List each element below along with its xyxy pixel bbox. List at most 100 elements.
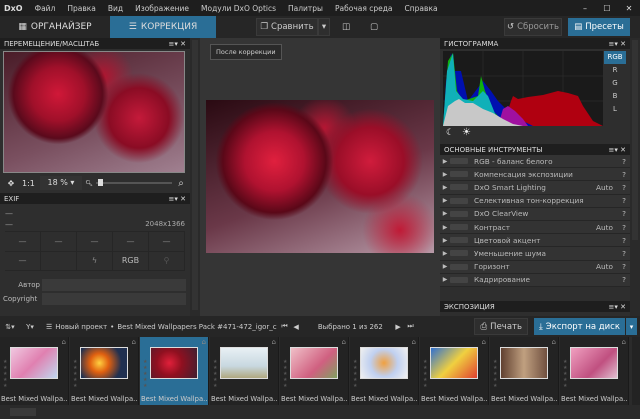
filmstrip-thumbnail[interactable]: ★ ★ ★ ★ ★ ⌂ Best Mixed Wallpa... <box>350 337 419 405</box>
panel-menu-close-icon[interactable]: ≡▾ ✕ <box>609 146 626 154</box>
image-viewer[interactable]: После коррекции <box>200 38 440 316</box>
tool-toggle[interactable] <box>450 158 468 165</box>
help-icon[interactable]: ? <box>618 209 630 218</box>
expand-arrow-icon[interactable]: ▶ <box>440 184 450 191</box>
filmstrip-thumbnail[interactable]: ★ ★ ★ ★ ★ ⌂ Best Mixed Wallpa... <box>560 337 629 405</box>
rating-stars[interactable]: ★ ★ ★ ★ ★ <box>423 359 427 389</box>
filmstrip-thumbnail[interactable]: ★ ★ ★ ★ ★ ⌂ Best Mixed Wallpa... <box>140 337 209 405</box>
help-icon[interactable]: ? <box>618 223 630 232</box>
help-icon[interactable]: ? <box>618 196 630 205</box>
channel-g[interactable]: G <box>604 77 626 90</box>
tool-auto[interactable]: Auto <box>596 223 618 232</box>
panel-menu-close-icon[interactable]: ≡▾ ✕ <box>169 40 186 48</box>
tool-toggle[interactable] <box>450 184 468 191</box>
menu-help[interactable]: Справка <box>399 4 444 13</box>
channel-b[interactable]: B <box>604 90 626 103</box>
filmstrip-thumbnail[interactable]: ★ ★ ★ ★ ★ ⌂ Best Mixed Wallpa... <box>70 337 139 405</box>
zoom-1to1-button[interactable]: 1:1 <box>22 179 40 188</box>
compare-dropdown[interactable]: ▾ <box>318 18 330 36</box>
channel-r[interactable]: R <box>604 64 626 77</box>
maximize-button[interactable]: ☐ <box>596 4 618 13</box>
next-image-icon[interactable]: ▶ <box>395 323 407 331</box>
tool-row[interactable]: ▶ Контраст Auto? <box>440 220 630 235</box>
help-icon[interactable]: ? <box>618 183 630 192</box>
menu-image[interactable]: Изображение <box>129 4 195 13</box>
tool-auto[interactable]: Auto <box>596 183 618 192</box>
expand-arrow-icon[interactable]: ▶ <box>440 171 450 178</box>
tab-correction[interactable]: ☰ КОРРЕКЦИЯ <box>110 16 216 38</box>
last-image-icon[interactable]: ⏭ <box>407 322 419 331</box>
channel-rgb[interactable]: RGB <box>604 51 626 64</box>
panel-menu-close-icon[interactable]: ≡▾ ✕ <box>169 195 186 203</box>
tool-toggle[interactable] <box>450 263 468 270</box>
menu-file[interactable]: Файл <box>29 4 62 13</box>
tool-toggle[interactable] <box>450 224 468 231</box>
rating-stars[interactable]: ★ ★ ★ ★ ★ <box>3 359 7 389</box>
expand-arrow-icon[interactable]: ▶ <box>440 276 450 283</box>
filmstrip-scrollbar[interactable] <box>0 405 640 419</box>
tool-row[interactable]: ▶ Уменьшение шума? <box>440 247 630 261</box>
filmstrip-thumbnail[interactable]: ★ ★ ★ ★ ★ ⌂ Best Mixed Wallpa... <box>490 337 559 405</box>
tool-row[interactable]: ▶ DxO Smart Lighting Auto? <box>440 181 630 195</box>
help-icon[interactable]: ? <box>618 170 630 179</box>
shadow-clipping-icon[interactable]: ☾ <box>446 128 454 138</box>
close-button[interactable]: ✕ <box>618 4 640 13</box>
full-view-icon[interactable]: ▢ <box>364 18 384 36</box>
help-icon[interactable]: ? <box>618 157 630 166</box>
menu-optics-modules[interactable]: Модули DxO Optics <box>195 4 282 13</box>
right-panel-scrollbar[interactable] <box>630 38 640 316</box>
copyright-field[interactable] <box>42 293 186 305</box>
help-icon[interactable]: ? <box>618 275 630 284</box>
tool-row[interactable]: ▶ DxO ClearView? <box>440 207 630 221</box>
help-icon[interactable]: ? <box>618 249 630 258</box>
menu-view[interactable]: Вид <box>102 4 129 13</box>
navigator-preview[interactable] <box>3 51 185 173</box>
print-button[interactable]: ⎙ Печать <box>474 318 528 335</box>
menu-workspace[interactable]: Рабочая среда <box>329 4 399 13</box>
zoom-slider[interactable] <box>96 179 172 186</box>
minimize-button[interactable]: – <box>574 4 596 13</box>
menu-palettes[interactable]: Палитры <box>282 4 329 13</box>
split-view-icon[interactable]: ◫ <box>336 18 356 36</box>
folder-path[interactable]: Best Mixed Wallpapers Pack #471-472_igor… <box>117 323 277 331</box>
compare-button[interactable]: ❐ Сравнить <box>256 18 318 36</box>
tool-toggle[interactable] <box>450 197 468 204</box>
tool-row[interactable]: ▶ Компенсация экспозиции? <box>440 168 630 182</box>
prev-image-icon[interactable]: ◀ <box>293 323 305 331</box>
expand-arrow-icon[interactable]: ▶ <box>440 237 450 244</box>
expand-arrow-icon[interactable]: ▶ <box>440 158 450 165</box>
tool-toggle[interactable] <box>450 276 468 283</box>
rating-stars[interactable]: ★ ★ ★ ★ ★ <box>563 359 567 389</box>
first-image-icon[interactable]: ⏮ <box>281 322 293 331</box>
tool-row[interactable]: ▶ Селективная тон-коррекция? <box>440 194 630 208</box>
rating-stars[interactable]: ★ ★ ★ ★ ★ <box>283 359 287 389</box>
expand-arrow-icon[interactable]: ▶ <box>440 224 450 231</box>
filmstrip-thumbnail[interactable]: ★ ★ ★ ★ ★ ⌂ Best Mixed Wallpa... <box>420 337 489 405</box>
rating-stars[interactable]: ★ ★ ★ ★ ★ <box>73 359 77 389</box>
panel-menu-close-icon[interactable]: ≡▾ ✕ <box>609 303 626 311</box>
project-name[interactable]: Новый проект <box>55 323 107 331</box>
move-icon[interactable]: ✥ <box>0 179 22 188</box>
panel-menu-close-icon[interactable]: ≡▾ ✕ <box>609 40 626 48</box>
filter-icon[interactable]: Y▾ <box>20 323 40 331</box>
tool-toggle[interactable] <box>450 237 468 244</box>
zoom-select[interactable]: 18 % ▾ <box>40 176 82 190</box>
author-field[interactable] <box>42 279 186 291</box>
zoom-in-icon[interactable]: ⌕ <box>172 178 190 189</box>
tool-toggle[interactable] <box>450 250 468 257</box>
left-panel-scrollbar[interactable] <box>190 38 200 316</box>
expand-arrow-icon[interactable]: ▶ <box>440 210 450 217</box>
rating-stars[interactable]: ★ ★ ★ ★ ★ <box>143 359 147 389</box>
export-to-disk-button[interactable]: ⤓ Экспорт на диск <box>534 318 625 335</box>
expand-arrow-icon[interactable]: ▶ <box>440 263 450 270</box>
tool-toggle[interactable] <box>450 171 468 178</box>
filmstrip-thumbnail[interactable]: ★ ★ ★ ★ ★ ⌂ Best Mixed Wallpa... <box>280 337 349 405</box>
highlight-clipping-icon[interactable]: ☀ <box>462 127 471 138</box>
filmstrip-thumbnail[interactable]: ★ ★ ★ ★ ★ ⌂ Best Mixed Wallpa... <box>210 337 279 405</box>
export-dropdown[interactable]: ▾ <box>626 318 637 335</box>
help-icon[interactable]: ? <box>618 262 630 271</box>
tool-row[interactable]: ▶ RGB - баланс белого? <box>440 155 630 169</box>
expand-arrow-icon[interactable]: ▶ <box>440 250 450 257</box>
help-icon[interactable]: ? <box>618 236 630 245</box>
tool-row[interactable]: ▶ Цветовой акцент? <box>440 234 630 248</box>
